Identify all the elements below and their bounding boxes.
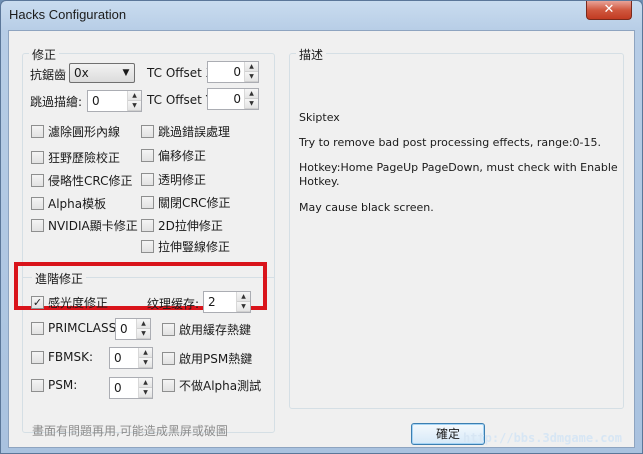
check-stretch-vertical-lines[interactable]: 拉伸豎線修正 [141,238,230,255]
checkbox-icon[interactable] [162,379,175,392]
tc-offset-x-value[interactable]: 0 [208,62,244,82]
skip-draw-spinner[interactable]: 0 ▲ ▼ [87,90,142,112]
checkbox-icon[interactable] [31,174,44,187]
check-disable-crc[interactable]: 關閉CRC修正 [141,194,231,211]
spin-down-icon[interactable]: ▼ [128,101,141,111]
checkbox-icon[interactable] [162,323,175,336]
checkbox-icon[interactable] [141,149,154,162]
checkbox-icon[interactable] [31,350,44,364]
spin-up-icon[interactable]: ▲ [128,91,141,101]
aa-combo-value: 0x [74,66,89,80]
description-group: 描述 [289,46,624,409]
psm-value[interactable]: 0 [110,378,138,398]
skip-draw-value[interactable]: 0 [88,91,127,111]
checkbox-icon[interactable] [141,240,154,253]
watermark-text: http://bbs.3dmgame.com [463,431,622,445]
checkbox-checked-icon[interactable]: ✓ [31,296,44,309]
tc-offset-x-spinner[interactable]: 0 ▲ ▼ [207,61,259,83]
texture-cache-spinner[interactable]: 2 ▲ ▼ [203,291,251,313]
check-transparency-fix[interactable]: 透明修正 [141,171,206,188]
checkbox-icon[interactable] [31,151,44,164]
skip-draw-label: 跳過描繪: [30,95,83,109]
spin-down-icon[interactable]: ▼ [137,329,150,339]
check-enable-psm-hotkey[interactable]: 啟用PSM熱鍵 [162,350,252,367]
hacks-config-window: Hacks Configuration ✕ 修正 抗鋸齒 0x ▼ TC Off… [0,0,643,454]
check-psm[interactable]: PSM: [31,378,77,392]
close-button[interactable]: ✕ [586,1,632,20]
texture-cache-value[interactable]: 2 [204,292,236,312]
check-2d-stretch[interactable]: 2D拉伸修正 [141,217,223,234]
description-line: May cause black screen. [299,201,434,214]
spin-up-icon[interactable]: ▲ [139,378,152,388]
check-sensitivity-fix[interactable]: ✓ 感光度修正 [31,294,108,311]
checkbox-icon[interactable] [141,125,154,138]
description-line: Hotkey:Home PageUp PageDown, must check … [299,161,618,188]
spin-down-icon[interactable]: ▼ [245,72,258,82]
spin-down-icon[interactable]: ▼ [139,388,152,398]
check-no-alpha-test[interactable]: 不做Alpha測試 [162,377,261,394]
checkbox-icon[interactable] [141,219,154,232]
description-line: Try to remove bad post processing effect… [299,136,602,149]
description-line: Skiptex [299,111,340,124]
check-wild-arms-fix[interactable]: 狂野歷險校正 [31,149,120,166]
check-nvidia-fix[interactable]: NVIDIA顯卡修正 [31,217,138,234]
chevron-down-icon: ▼ [122,68,130,78]
spin-up-icon[interactable]: ▲ [137,319,150,329]
fix-group-title: 修正 [29,46,60,63]
footer-hint: 畫面有問題再用,可能造成黑屏或破圖 [32,424,228,438]
check-enable-cache-hotkey[interactable]: 啟用緩存熱鍵 [162,321,251,338]
tc-offset-y-value[interactable]: 0 [208,89,244,109]
check-aggressive-crc[interactable]: 侵略性CRC修正 [31,172,133,189]
checkbox-icon[interactable] [31,125,44,138]
spin-down-icon[interactable]: ▼ [237,302,250,312]
spin-up-icon[interactable]: ▲ [245,89,258,99]
checkbox-icon[interactable] [31,321,44,335]
spin-up-icon[interactable]: ▲ [237,292,250,302]
check-offset-fix[interactable]: 偏移修正 [141,147,206,164]
check-filter-circle-lines[interactable]: 濾除圓形內線 [31,123,120,140]
check-skip-error-handling[interactable]: 跳過錯誤處理 [141,123,230,140]
checkbox-icon[interactable] [141,196,154,209]
fbmsk-spinner[interactable]: 0 ▲ ▼ [109,347,153,369]
spin-up-icon[interactable]: ▲ [139,348,152,358]
check-fbmsk[interactable]: FBMSK: [31,350,93,364]
fbmsk-value[interactable]: 0 [110,348,138,368]
spin-down-icon[interactable]: ▼ [245,99,258,109]
primclass-spinner[interactable]: 0 ▲ ▼ [115,318,151,340]
primclass-value[interactable]: 0 [116,319,136,339]
description-group-title: 描述 [296,46,327,63]
tc-offset-x-label: TC Offset X [147,66,214,80]
checkbox-icon[interactable] [162,352,175,365]
checkbox-icon[interactable] [31,378,44,392]
dialog-body: 修正 抗鋸齒 0x ▼ TC Offset X 0 ▲ ▼ 跳過描繪: 0 ▲ ▼ … [8,30,635,448]
tc-offset-y-label: TC Offset Y [147,93,214,107]
aa-combo[interactable]: 0x ▼ [69,63,135,83]
checkbox-icon[interactable] [31,197,44,210]
spin-down-icon[interactable]: ▼ [139,358,152,368]
texture-cache-label: 纹理缓存: [147,297,200,311]
aa-label: 抗鋸齒 [30,68,67,82]
tc-offset-y-spinner[interactable]: 0 ▲ ▼ [207,88,259,110]
check-alpha-stencil[interactable]: Alpha模板 [31,195,106,212]
check-primclass[interactable]: PRIMCLASS: [31,321,120,335]
spin-up-icon[interactable]: ▲ [245,62,258,72]
checkbox-icon[interactable] [141,173,154,186]
window-title: Hacks Configuration [9,7,127,22]
title-bar[interactable]: Hacks Configuration ✕ [1,1,642,29]
checkbox-icon[interactable] [31,219,44,232]
psm-spinner[interactable]: 0 ▲ ▼ [109,377,153,399]
